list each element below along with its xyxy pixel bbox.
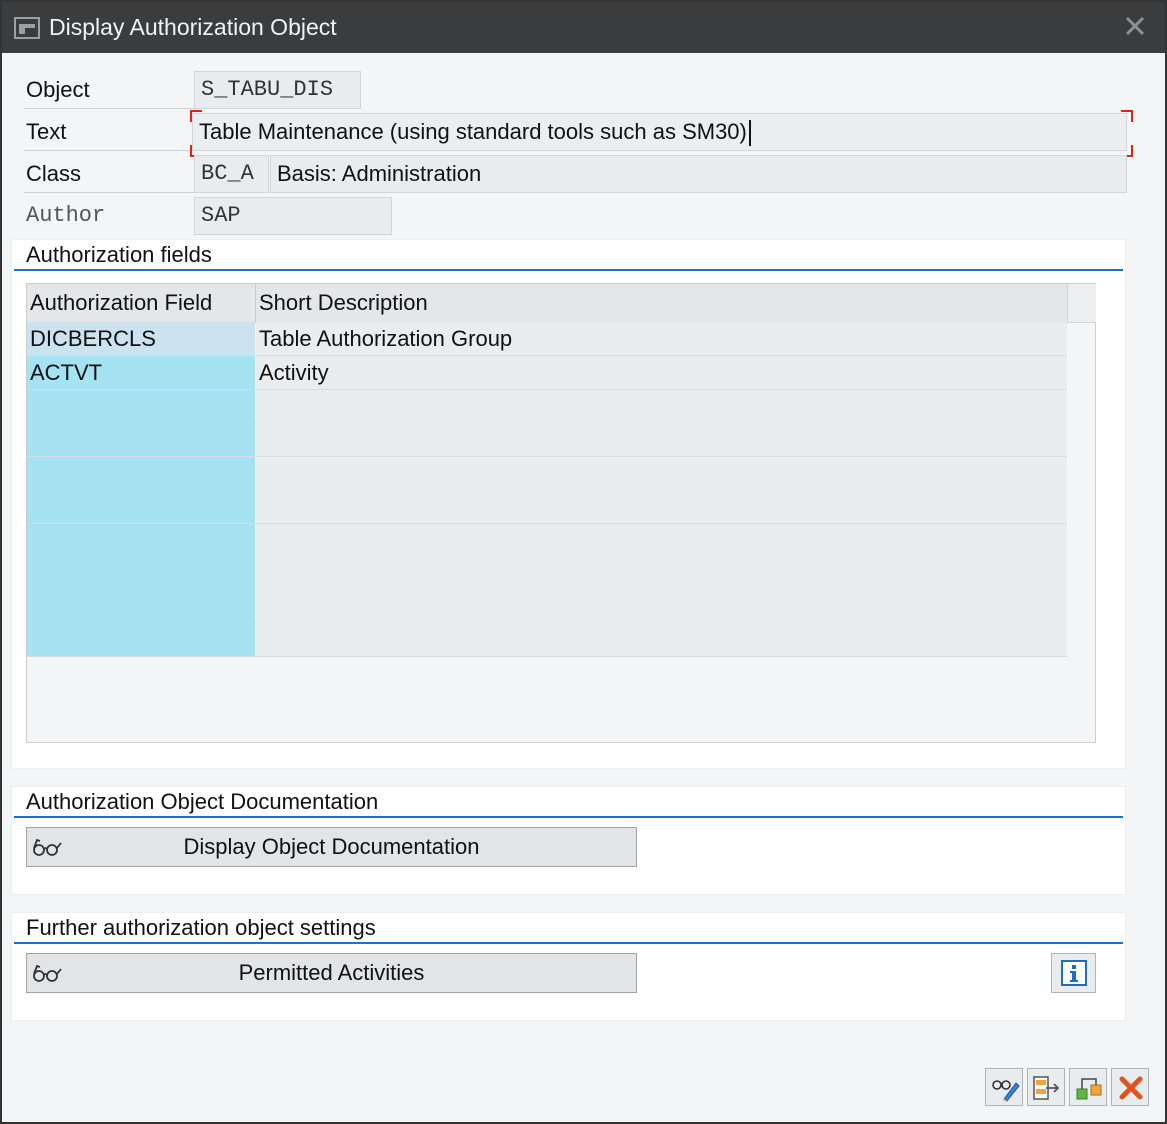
description-cell xyxy=(256,457,1067,490)
field-cell[interactable] xyxy=(27,590,255,623)
section-title: Authorization fields xyxy=(26,242,212,267)
title-bar: Display Authorization Object xyxy=(2,2,1165,53)
description-cell: Activity xyxy=(256,356,1067,389)
description-cell xyxy=(256,557,1067,590)
table-row[interactable] xyxy=(27,490,1067,524)
class-label: Class xyxy=(26,161,82,186)
cancel-button[interactable] xyxy=(1111,1068,1149,1106)
row-divider xyxy=(24,150,194,151)
description-cell: Table Authorization Group xyxy=(256,322,1067,355)
table-row[interactable] xyxy=(27,457,1067,491)
dialog-window: Display Authorization Object Object S_TA… xyxy=(0,0,1167,1124)
field-cell[interactable]: ACTVT xyxy=(27,356,255,389)
text-label: Text xyxy=(26,119,67,144)
text-cursor xyxy=(748,120,751,147)
window-title: Display Authorization Object xyxy=(49,14,337,40)
section-rule xyxy=(14,269,1123,271)
author-field[interactable]: SAP xyxy=(194,197,392,235)
table-row[interactable] xyxy=(27,423,1067,457)
field-cell[interactable] xyxy=(27,623,255,656)
hierarchy-icon xyxy=(1076,1078,1102,1100)
description-cell xyxy=(256,590,1067,623)
description-cell xyxy=(256,390,1067,423)
section-title: Authorization Object Documentation xyxy=(26,789,379,814)
window-icon xyxy=(14,17,40,39)
description-cell xyxy=(256,623,1067,656)
table-row[interactable] xyxy=(27,390,1067,424)
description-cell xyxy=(256,490,1067,523)
field-cell[interactable]: DICBERCLS xyxy=(27,322,255,355)
display-documentation-button[interactable]: Display Object Documentation xyxy=(26,827,637,867)
button-label: Display Object Documentation xyxy=(183,834,480,859)
class-description-field: Basis: Administration xyxy=(270,155,1127,193)
table-row[interactable] xyxy=(27,557,1067,591)
field-cell[interactable] xyxy=(27,524,255,557)
field-cell[interactable] xyxy=(27,457,255,490)
info-button[interactable] xyxy=(1051,953,1096,993)
object-field[interactable]: S_TABU_DIS xyxy=(194,71,361,109)
column-header-description[interactable]: Short Description xyxy=(256,284,428,322)
hierarchy-button[interactable] xyxy=(1069,1068,1107,1106)
text-value: Table Maintenance (using standard tools … xyxy=(199,119,747,144)
row-divider xyxy=(24,108,194,109)
table-settings-corner[interactable] xyxy=(1067,284,1096,323)
field-cell[interactable] xyxy=(27,490,255,523)
display-change-icon xyxy=(992,1080,1020,1102)
section-rule xyxy=(14,816,1123,818)
info-icon xyxy=(1061,960,1087,986)
section-rule xyxy=(14,942,1123,944)
close-icon[interactable] xyxy=(1123,14,1147,38)
display-change-button[interactable] xyxy=(985,1068,1023,1106)
authorization-fields-table: Authorization Field Short Description DI… xyxy=(26,283,1096,743)
table-row[interactable]: DICBERCLS Table Authorization Group xyxy=(27,322,1067,356)
permitted-activities-button[interactable]: Permitted Activities xyxy=(26,953,637,993)
class-code-field[interactable]: BC_A xyxy=(194,155,269,193)
table-header: Authorization Field Short Description xyxy=(27,284,1067,323)
button-label: Permitted Activities xyxy=(238,960,425,985)
text-field[interactable]: Table Maintenance (using standard tools … xyxy=(192,113,1127,151)
row-divider xyxy=(24,192,194,193)
description-cell xyxy=(256,423,1067,456)
field-cell[interactable] xyxy=(27,557,255,590)
table-row[interactable] xyxy=(27,623,1067,657)
table-row[interactable] xyxy=(27,590,1067,624)
field-cell[interactable] xyxy=(27,423,255,456)
object-label: Object xyxy=(26,77,90,102)
table-row[interactable]: ACTVT Activity xyxy=(27,356,1067,390)
author-label: Author xyxy=(26,203,106,228)
section-title: Further authorization object settings xyxy=(26,915,376,940)
column-header-field[interactable]: Authorization Field xyxy=(27,284,212,322)
transport-button[interactable] xyxy=(1027,1068,1065,1106)
transport-icon xyxy=(1033,1076,1060,1100)
table-row[interactable] xyxy=(27,524,1067,558)
field-cell[interactable] xyxy=(27,390,255,423)
required-marker xyxy=(190,110,202,122)
cancel-icon xyxy=(1119,1076,1143,1100)
description-cell xyxy=(256,524,1067,557)
required-marker xyxy=(1121,110,1133,122)
